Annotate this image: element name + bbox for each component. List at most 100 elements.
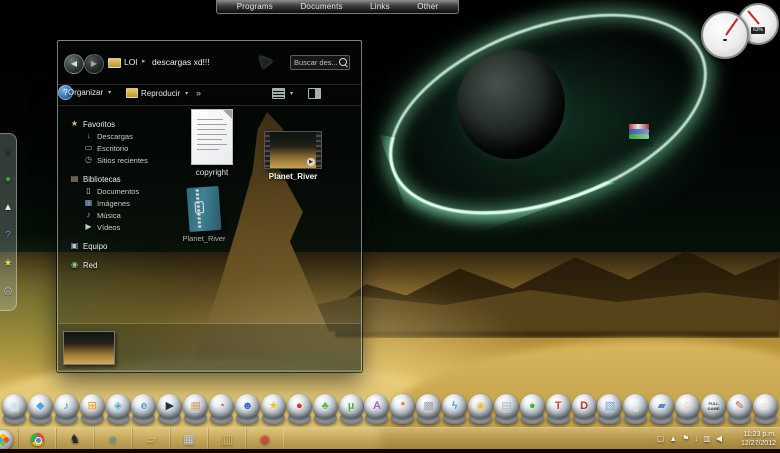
file-planet-river-video[interactable]: ▶ Planet_River: [262, 131, 324, 181]
dock-glyph: ▰: [657, 400, 666, 412]
dock-item-blue-folder[interactable]: ▰: [649, 392, 675, 428]
taskbar-item-file-explorer[interactable]: ▱: [132, 428, 170, 450]
dark-app-icon[interactable]: ■: [5, 147, 11, 157]
sidebar-item-v-deos[interactable]: ▶ Vídeos: [58, 221, 168, 233]
gauge-needle: [747, 10, 760, 25]
dock-item-notebook[interactable]: ▯: [623, 392, 649, 428]
dock-item-disk-usage[interactable]: ◔: [209, 392, 235, 428]
star-app-icon: ★: [260, 394, 286, 419]
dock-item-documents-app[interactable]: ◆: [27, 392, 53, 428]
dock-item-lightning-app[interactable]: ϟ: [442, 392, 468, 428]
grey-app-icon[interactable]: ◎: [4, 287, 13, 297]
volume-icon[interactable]: ◀: [716, 435, 722, 443]
download-arrow-icon[interactable]: ↓: [694, 435, 698, 443]
back-button[interactable]: ◀: [64, 54, 84, 74]
dock-item-user-app[interactable]: ☺: [675, 392, 701, 428]
dock-item-internet-explorer[interactable]: e: [131, 392, 157, 428]
taskbar-item-image-viewer[interactable]: ▦: [170, 428, 208, 450]
dock-item-t4-app[interactable]: T: [545, 392, 571, 428]
desktop-archive-icon[interactable]: [627, 124, 653, 154]
taskbar-item-dark-figure[interactable]: ♞: [56, 428, 94, 450]
dock-item-windows[interactable]: ⊞: [79, 392, 105, 428]
dock-item-winamp[interactable]: A: [364, 392, 390, 428]
taskbar-clock[interactable]: 11:23 p.m. 12/27/2012: [741, 430, 776, 448]
dock-item-messenger[interactable]: ☻: [235, 392, 261, 428]
views-button[interactable]: ▾: [272, 88, 293, 99]
dock-item-photos[interactable]: ▦: [183, 392, 209, 428]
dock-glyph: ⊞: [87, 400, 97, 412]
sidebar-item-favoritos[interactable]: ★ Favoritos: [58, 118, 168, 130]
dock-item-red-creature[interactable]: ●: [286, 392, 312, 428]
dock-item-green-ball[interactable]: ●: [519, 392, 545, 428]
dock-glyph: ✎: [734, 400, 745, 412]
start-button[interactable]: [0, 430, 13, 450]
sidebar-item-equipo[interactable]: ▣ Equipo: [58, 240, 168, 252]
dock-glyph: ▧: [604, 400, 616, 412]
network-icon[interactable]: ▥: [703, 435, 711, 443]
documents-app-icon: ◆: [27, 394, 53, 419]
menu-item-programs[interactable]: Programs: [237, 2, 273, 11]
dock-glyph: ●: [528, 400, 536, 412]
sidebar-item-m-sica[interactable]: ♪ Música: [58, 209, 168, 221]
dock-item-media-player[interactable]: ♪: [53, 392, 79, 428]
play-label: Reproducir: [141, 88, 181, 98]
white-bird-icon[interactable]: ▲: [3, 203, 13, 213]
dock-item-keyboard-app[interactable]: ▤: [493, 392, 519, 428]
dock-item-utorrent[interactable]: µ: [338, 392, 364, 428]
app-window-icon[interactable]: ▢: [657, 435, 665, 443]
sidebar-item-documentos[interactable]: ▯ Documentos: [58, 185, 168, 197]
menu-item-documents[interactable]: Documents: [300, 2, 342, 11]
dock-item-my-computer[interactable]: ▣: [2, 392, 27, 428]
dock-item-archive-box[interactable]: ▩: [416, 392, 442, 428]
taskbar-item-media-player-red[interactable]: ◉: [246, 428, 284, 450]
dock-item-mobile-device[interactable]: ◈: [105, 392, 131, 428]
sidebar-item-escritorio[interactable]: ▭ Escritorio: [58, 142, 168, 154]
taskbar-item-google-chrome[interactable]: [18, 428, 56, 450]
search-icon: [339, 58, 347, 66]
help-app-icon[interactable]: ?: [5, 231, 11, 241]
forward-button[interactable]: ▶: [84, 54, 104, 74]
preview-pane-icon: [308, 88, 321, 99]
sidebar-item-red[interactable]: ◉ Red: [58, 259, 168, 271]
gauge-value: [723, 38, 727, 41]
green-wheel-icon[interactable]: ●: [5, 175, 11, 185]
dock-item-gold-orb[interactable]: ◉: [468, 392, 494, 428]
preview-pane-button[interactable]: [308, 88, 321, 99]
taskbar-item-internet-explorer[interactable]: e: [94, 428, 132, 450]
menu-item-other[interactable]: Other: [417, 2, 438, 11]
system-tray: ▢ ▲ ⚑ ↓ ▥ ◀: [657, 428, 722, 450]
yellow-creature-icon[interactable]: ★: [4, 259, 13, 269]
gauge-widget-front[interactable]: [701, 11, 749, 59]
breadcrumb-root[interactable]: LOl: [124, 57, 137, 67]
organize-button[interactable]: Organizar ▾: [68, 88, 111, 97]
action-center-flag-icon[interactable]: ⚑: [682, 435, 689, 443]
full-game-icon: FULL GAME: [701, 394, 727, 419]
dock-glyph: D: [580, 400, 589, 412]
dock-item-paint-app[interactable]: ✎: [726, 392, 752, 428]
breadcrumb-folder[interactable]: descargas xd!!!: [152, 57, 210, 67]
doc-line: [197, 144, 227, 145]
dock-item-dragon-app[interactable]: D: [571, 392, 597, 428]
dock-item-full-game[interactable]: FULL GAME: [701, 392, 727, 428]
sidebar-item-im-genes[interactable]: ▦ Imágenes: [58, 197, 168, 209]
file-copyright[interactable]: copyright: [186, 109, 238, 177]
dock-item-puzzle-app[interactable]: ♣: [312, 392, 338, 428]
dock-glyph: ◔: [218, 400, 225, 412]
dock-item-star-app[interactable]: ★: [260, 392, 286, 428]
dock-item-download-manager[interactable]: *: [390, 392, 416, 428]
file-planet-river-zip[interactable]: Planet_River: [182, 185, 226, 243]
sidebar-item-sitios-recientes[interactable]: ◷ Sitios recientes: [58, 154, 168, 166]
sidebar-item-bibliotecas[interactable]: ▤ Bibliotecas: [58, 173, 168, 185]
dock-glyph: T: [554, 400, 562, 412]
sidebar-item-descargas[interactable]: ↓ Descargas: [58, 130, 168, 142]
dock-item-dark-bird[interactable]: ▶: [157, 392, 183, 428]
doc-line: [197, 119, 223, 120]
dock-item-gallery[interactable]: ▧: [597, 392, 623, 428]
play-button[interactable]: Reproducir ▾: [126, 88, 188, 98]
dock-item-sand-folder[interactable]: ▱: [752, 392, 778, 428]
taskbar-item-media-gallery[interactable]: ▥: [208, 428, 246, 450]
hidden-icons-icon[interactable]: ▲: [669, 435, 677, 443]
file-name: Planet_River: [182, 234, 226, 243]
menu-item-links[interactable]: Links: [370, 2, 390, 11]
more-commands-button[interactable]: »: [196, 88, 201, 98]
